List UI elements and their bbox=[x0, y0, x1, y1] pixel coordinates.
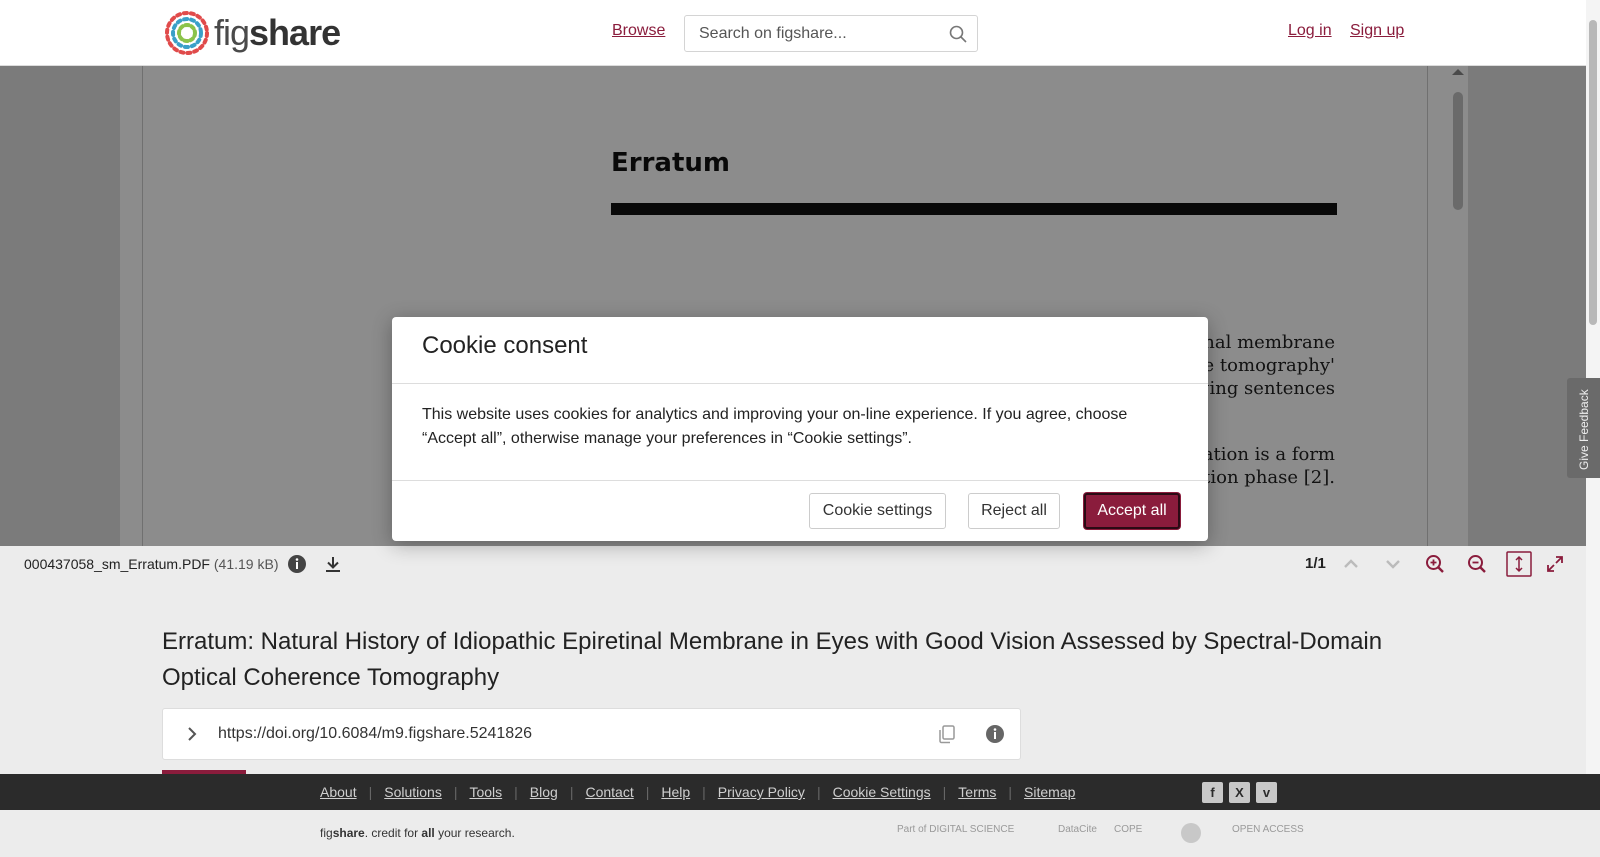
footer-link-contact[interactable]: Contact bbox=[585, 784, 633, 800]
cookie-dialog-body: This website uses cookies for analytics … bbox=[422, 406, 1128, 447]
page-counter: 1/1 bbox=[1305, 555, 1326, 572]
file-name-text: 000437058_sm_Erratum.PDF bbox=[24, 556, 210, 572]
previous-page-icon[interactable] bbox=[1341, 554, 1361, 574]
chevron-right-icon[interactable] bbox=[183, 725, 201, 743]
search-input[interactable] bbox=[685, 16, 925, 51]
info-icon[interactable] bbox=[287, 554, 307, 574]
footer-separator: | bbox=[942, 784, 947, 800]
page-scrollbar-thumb[interactable] bbox=[1589, 20, 1597, 325]
facebook-icon[interactable]: f bbox=[1202, 782, 1223, 803]
cookie-settings-button[interactable]: Cookie settings bbox=[809, 493, 946, 529]
cope-logo[interactable]: COPE bbox=[1114, 824, 1142, 835]
file-name: 000437058_sm_Erratum.PDF (41.19 kB) bbox=[24, 556, 278, 572]
login-link[interactable]: Log in bbox=[1288, 22, 1332, 40]
tagline-all: all bbox=[421, 826, 435, 840]
zoom-out-icon[interactable] bbox=[1467, 554, 1487, 574]
next-page-icon[interactable] bbox=[1383, 554, 1403, 574]
dialog-divider bbox=[392, 383, 1208, 384]
cookie-consent-dialog: Cookie consent This website uses cookies… bbox=[392, 317, 1208, 541]
figshare-logo-icon bbox=[165, 11, 209, 55]
footer-link-sitemap[interactable]: Sitemap bbox=[1024, 784, 1075, 800]
tagline-end: your research. bbox=[434, 826, 515, 840]
footer-separator: | bbox=[368, 784, 373, 800]
footer-separator: | bbox=[816, 784, 821, 800]
article-title: Erratum: Natural History of Idiopathic E… bbox=[162, 628, 1383, 691]
tagline-mid: . credit for bbox=[364, 826, 422, 840]
digital-science-logo[interactable]: Part of DIGITAL SCIENCE bbox=[897, 824, 1014, 835]
logo-suffix: share bbox=[249, 12, 341, 53]
footer-separator: | bbox=[702, 784, 706, 800]
download-icon[interactable] bbox=[323, 554, 343, 574]
footer-link-help[interactable]: Help bbox=[661, 784, 690, 800]
signup-link[interactable]: Sign up bbox=[1350, 22, 1404, 40]
x-twitter-icon[interactable]: X bbox=[1229, 782, 1250, 803]
search-box bbox=[684, 15, 978, 52]
footer-links: About | Solutions | Tools | Blog | Contact | … bbox=[320, 784, 1075, 800]
footer-separator: | bbox=[1008, 784, 1013, 800]
footer-separator: | bbox=[645, 784, 650, 800]
partner-globe-icon[interactable] bbox=[1180, 822, 1202, 844]
tagline-share: share bbox=[332, 826, 365, 840]
tagline-fig: fig bbox=[320, 826, 333, 840]
footer-link-tools[interactable]: Tools bbox=[469, 784, 502, 800]
footer-bottom: figshare. credit for all your research. … bbox=[0, 810, 1600, 857]
give-feedback-tab[interactable]: Give Feedback bbox=[1567, 378, 1600, 478]
accept-all-button[interactable]: Accept all bbox=[1084, 493, 1180, 529]
footer-separator: | bbox=[569, 784, 574, 800]
footer-link-cookie-settings[interactable]: Cookie Settings bbox=[833, 784, 931, 800]
dialog-divider bbox=[392, 480, 1208, 481]
file-size: (41.19 kB) bbox=[213, 556, 279, 572]
datacite-logo[interactable]: DataCite bbox=[1058, 824, 1097, 835]
copy-icon[interactable] bbox=[937, 724, 957, 744]
search-icon[interactable] bbox=[949, 25, 967, 43]
viewer-toolbar: 000437058_sm_Erratum.PDF (41.19 kB) 1/1 bbox=[0, 546, 1600, 582]
footer-link-privacy-policy[interactable]: Privacy Policy bbox=[718, 784, 805, 800]
open-access-logo[interactable]: OPEN ACCESS bbox=[1232, 824, 1304, 835]
zoom-in-icon[interactable] bbox=[1425, 554, 1445, 574]
footer-link-terms[interactable]: Terms bbox=[958, 784, 996, 800]
logo-wordmark: figshare bbox=[214, 9, 341, 57]
site-header: figshare Browse Log in Sign up bbox=[0, 0, 1600, 66]
footer-link-solutions[interactable]: Solutions bbox=[384, 784, 442, 800]
footer-separator: | bbox=[514, 784, 518, 800]
give-feedback-label: Give Feedback bbox=[1577, 389, 1591, 470]
reject-all-button[interactable]: Reject all bbox=[968, 493, 1060, 529]
footer-tagline: figshare. credit for all your research. bbox=[320, 826, 515, 840]
footer-nav: About | Solutions | Tools | Blog | Contact | … bbox=[0, 774, 1600, 810]
figshare-logo[interactable]: figshare bbox=[162, 8, 341, 58]
footer-link-about[interactable]: About bbox=[320, 784, 357, 800]
doi-info-icon[interactable] bbox=[985, 724, 1005, 744]
vimeo-icon[interactable]: v bbox=[1256, 782, 1277, 803]
doi-box: https://doi.org/10.6084/m9.figshare.5241… bbox=[162, 708, 1021, 760]
cookie-dialog-title: Cookie consent bbox=[422, 332, 588, 359]
doi-link[interactable]: https://doi.org/10.6084/m9.figshare.5241… bbox=[218, 725, 532, 743]
browse-link[interactable]: Browse bbox=[612, 22, 665, 40]
logo-prefix: fig bbox=[214, 12, 250, 53]
fit-height-icon[interactable] bbox=[1506, 551, 1532, 577]
footer-separator: | bbox=[453, 784, 458, 800]
footer-link-blog[interactable]: Blog bbox=[530, 784, 558, 800]
fullscreen-icon[interactable] bbox=[1545, 554, 1565, 574]
